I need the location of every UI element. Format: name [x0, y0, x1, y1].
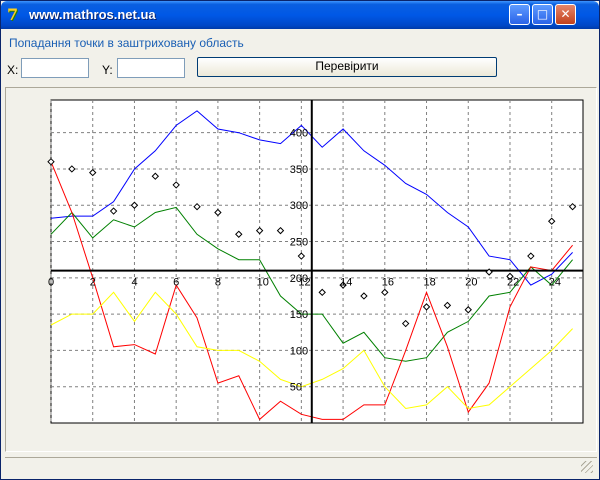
- x-tick-label: 24: [549, 277, 561, 289]
- y-tick-label: 50: [290, 382, 302, 394]
- status-bar: [5, 457, 597, 477]
- x-tick-label: 4: [131, 277, 137, 289]
- page-caption: Попадання точки в заштриховану область: [9, 36, 244, 50]
- minimize-icon: –: [516, 7, 523, 21]
- title-bar[interactable]: 7 www.mathros.net.ua – □ ✕: [1, 1, 599, 29]
- x-tick-label: 6: [173, 277, 179, 289]
- x-label: X:: [7, 63, 19, 77]
- y-input[interactable]: [117, 58, 185, 78]
- x-tick-label: 0: [48, 277, 54, 289]
- x-tick-label: 14: [340, 277, 352, 289]
- y-tick-label: 150: [290, 309, 308, 321]
- y-tick-label: 100: [290, 345, 308, 357]
- maximize-icon: □: [536, 7, 549, 21]
- x-tick-label: 10: [257, 277, 269, 289]
- close-icon: ✕: [560, 7, 571, 21]
- app-window: 7 www.mathros.net.ua – □ ✕ Попадання точ…: [0, 0, 600, 480]
- check-button[interactable]: Перевірити: [197, 57, 497, 77]
- plot-area: [50, 99, 584, 424]
- y-tick-label: 300: [290, 200, 308, 212]
- app-logo-icon: 7: [7, 5, 19, 24]
- y-label: Y:: [102, 63, 113, 77]
- chart-panel: 0 2 4 6 8 10 12 14 16 18 20 22 24 50 100 150 200 250 300 35…: [5, 87, 597, 452]
- x-tick-label: 16: [382, 277, 394, 289]
- close-button[interactable]: ✕: [555, 4, 576, 25]
- y-tick-label: 400: [290, 128, 308, 140]
- resize-grip-icon[interactable]: [581, 461, 593, 473]
- x-input[interactable]: [21, 58, 89, 78]
- y-tick-label: 200: [290, 273, 308, 285]
- maximize-button[interactable]: □: [532, 4, 553, 25]
- minimize-button[interactable]: –: [509, 4, 530, 25]
- x-tick-label: 22: [507, 277, 519, 289]
- window-title: www.mathros.net.ua: [29, 7, 156, 22]
- x-tick-label: 18: [424, 277, 436, 289]
- chart: 0 2 4 6 8 10 12 14 16 18 20 22 245010015020025030035…: [47, 99, 584, 424]
- x-tick-label: 2: [90, 277, 96, 289]
- y-tick-label: 250: [290, 237, 308, 249]
- x-tick-label: 8: [215, 277, 221, 289]
- y-tick-label: 350: [290, 164, 308, 176]
- x-tick-label: 20: [465, 277, 477, 289]
